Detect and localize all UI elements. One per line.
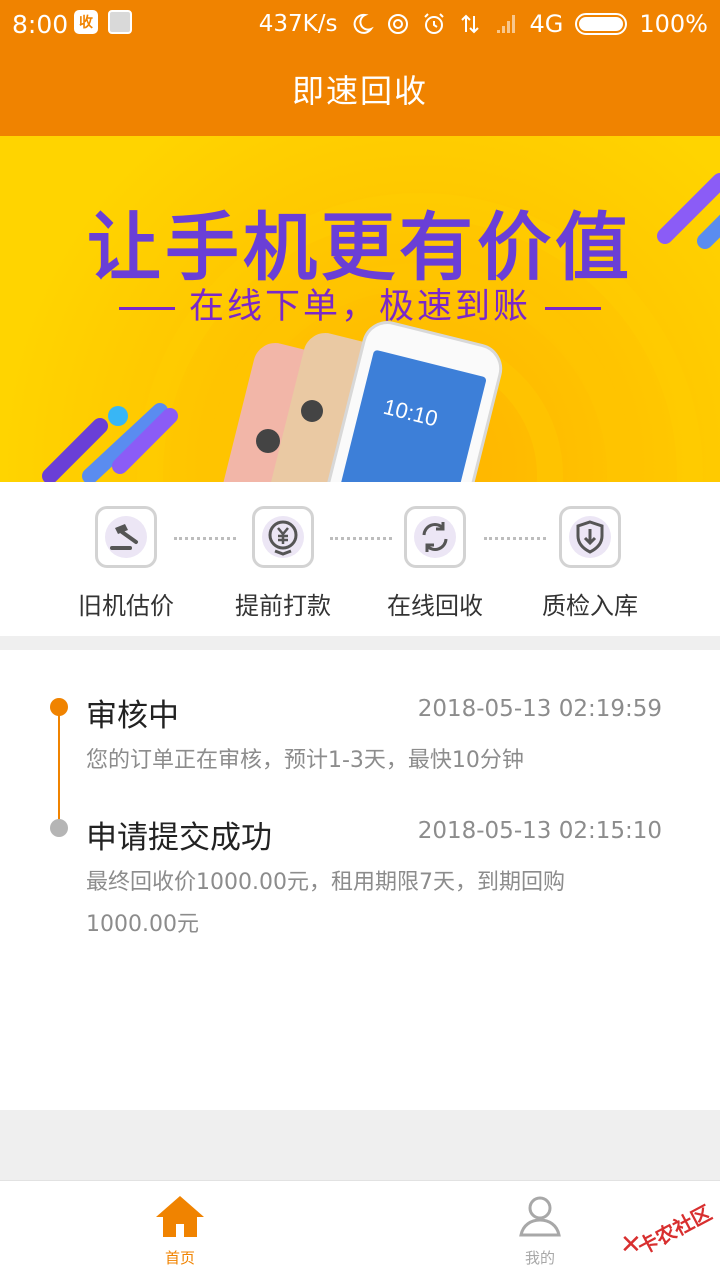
alarm-icon — [423, 13, 444, 34]
watermark-logo: ✕ 卡农社区 — [616, 1196, 716, 1266]
step-quality-check[interactable]: 质检入库 — [510, 506, 670, 621]
signal-icon — [496, 15, 515, 33]
step-estimate[interactable]: 旧机估价 — [46, 506, 206, 621]
data-transfer-icon — [460, 14, 479, 34]
battery-icon — [575, 13, 628, 35]
nav-mine-label: 我的 — [524, 1249, 555, 1267]
battery-level: 100% — [639, 10, 708, 38]
step-label: 在线回收 — [387, 592, 483, 620]
step-label: 提前打款 — [235, 592, 331, 620]
order-timeline: 审核中 2018-05-13 02:19:59 您的订单正在审核，预计1-3天，… — [0, 650, 720, 1110]
watermark-text: 卡农社区 — [633, 1200, 716, 1260]
shield-download-icon — [569, 516, 611, 558]
step-online-recycle[interactable]: 在线回收 — [355, 506, 515, 621]
timeline-dot-current — [50, 698, 68, 716]
banner-subline: 在线下单，极速到账 — [0, 278, 720, 329]
step-icon-box — [559, 506, 621, 568]
banner-subline-text: 在线下单，极速到账 — [188, 287, 531, 327]
recycle-icon — [414, 516, 456, 558]
subline-dash-right — [545, 306, 601, 310]
step-label: 旧机估价 — [78, 592, 174, 620]
status-time: 8:00 — [12, 10, 69, 39]
network-type: 4G — [529, 10, 564, 38]
gallery-notification-icon — [108, 10, 132, 34]
promo-banner[interactable]: 10:10 让手机更有价值 在线下单，极速到账 — [0, 136, 720, 482]
timeline-description: 您的订单正在审核，预计1-3天，最快10分钟 — [86, 748, 524, 773]
network-speed: 437K/s — [258, 11, 338, 37]
page-title: 即速回收 — [291, 72, 428, 110]
app-bar: 即速回收 — [0, 50, 720, 136]
app-notification-icon: 收 — [74, 10, 98, 34]
person-icon — [519, 1196, 561, 1237]
status-left-icons: 收 — [74, 10, 132, 34]
nav-home-label: 首页 — [164, 1249, 195, 1267]
status-right-icons: 437K/s 4G 100% — [259, 10, 708, 38]
step-icon-box — [252, 506, 314, 568]
step-advance-payment[interactable]: 提前打款 — [203, 506, 363, 621]
timeline-connector — [58, 708, 60, 824]
step-icon-box — [404, 506, 466, 568]
nav-mine[interactable]: 我的 — [480, 1193, 600, 1268]
timeline-time: 2018-05-13 02:19:59 — [417, 696, 662, 722]
timeline-title: 申请提交成功 — [86, 820, 272, 856]
bottom-navigation: 首页 我的 — [0, 1180, 720, 1280]
moon-icon — [353, 13, 374, 34]
home-icon — [156, 1196, 204, 1237]
timeline-title: 审核中 — [86, 698, 179, 734]
yuan-coin-icon — [262, 516, 304, 558]
gavel-icon — [105, 516, 147, 558]
process-steps: 旧机估价 提前打款 在线回收 质检入库 — [0, 482, 720, 636]
step-label: 质检入库 — [542, 592, 638, 620]
hotspot-icon — [387, 14, 408, 34]
nav-home[interactable]: 首页 — [120, 1193, 240, 1268]
subline-dash-left — [118, 306, 175, 310]
timeline-dot-done — [50, 819, 68, 837]
step-icon-box — [95, 506, 157, 568]
timeline-time: 2018-05-13 02:15:10 — [417, 818, 662, 844]
status-bar: 8:00 收 437K/s 4G 100% — [0, 0, 720, 50]
timeline-description: 最终回收价1000.00元，租用期限7天，到期回购1000.00元 — [86, 870, 565, 937]
